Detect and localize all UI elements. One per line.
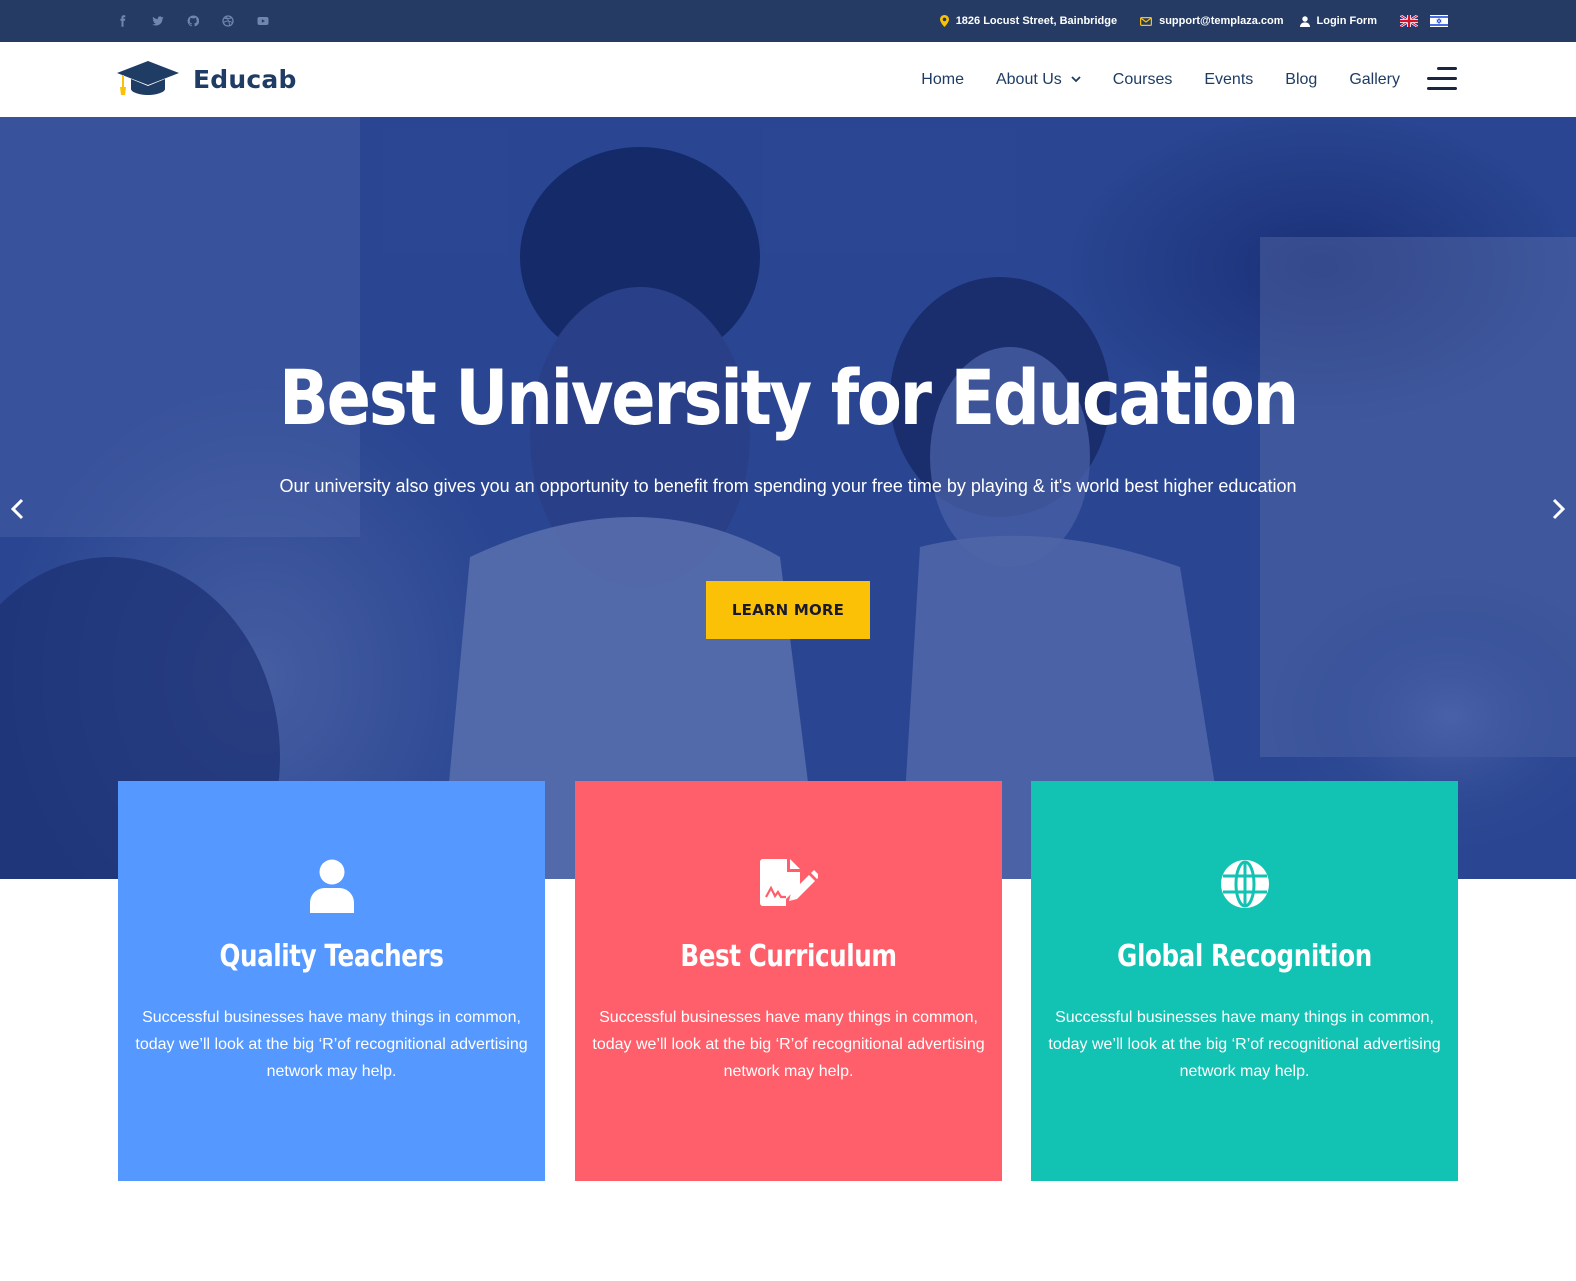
feature-text: Successful businesses have many things i…: [592, 1009, 985, 1080]
nav-about-us[interactable]: About Us: [996, 71, 1081, 89]
feature-title: Best Curriculum: [680, 939, 897, 974]
feature-text: Successful businesses have many things i…: [135, 1009, 528, 1080]
github-icon[interactable]: [185, 13, 201, 29]
hero-title: Best University for Education: [278, 353, 1299, 442]
feature-card-quality-teachers: Quality Teachers Successful businesses h…: [118, 781, 545, 1181]
nav-home[interactable]: Home: [921, 71, 964, 89]
user-icon: [309, 859, 354, 913]
nav-events[interactable]: Events: [1204, 71, 1253, 89]
israel-flag-icon[interactable]: [1430, 15, 1448, 27]
facebook-icon[interactable]: [115, 13, 131, 29]
address-text: 1826 Locust Street, Bainbridge: [955, 15, 1118, 27]
feature-text: Successful businesses have many things i…: [1048, 1009, 1441, 1080]
dribbble-icon[interactable]: [220, 13, 236, 29]
site-header: Educab Home About Us Courses Events Blog…: [0, 42, 1576, 117]
graduation-cap-icon: [117, 61, 179, 95]
nav-about-us-label: About Us: [995, 70, 1062, 88]
file-signature-icon: [759, 859, 818, 906]
social-links: [115, 13, 271, 29]
feature-card-global-recognition: Global Recognition Successful businesses…: [1031, 781, 1458, 1181]
learn-more-button[interactable]: LEARN MORE: [706, 581, 870, 639]
language-switcher: [1400, 15, 1448, 27]
login-text[interactable]: Login Form: [1317, 15, 1378, 27]
youtube-icon[interactable]: [255, 13, 271, 29]
user-small-icon: [1299, 15, 1310, 27]
map-pin-icon: [939, 15, 949, 27]
twitter-icon[interactable]: [150, 13, 166, 29]
feature-title: Quality Teachers: [219, 939, 444, 974]
logo-text: Educab: [193, 64, 297, 94]
nav-gallery[interactable]: Gallery: [1349, 71, 1400, 89]
feature-title: Global Recognition: [1117, 939, 1372, 974]
login-form-link[interactable]: Login Form: [1299, 15, 1378, 27]
nav-blog[interactable]: Blog: [1285, 71, 1317, 89]
hero-subtitle: Our university also gives you an opportu…: [279, 476, 1297, 496]
feature-cards: Quality Teachers Successful businesses h…: [118, 781, 1458, 1181]
slider-prev-arrow-icon[interactable]: [8, 497, 28, 521]
contact-info: 1826 Locust Street, Bainbridge support@t…: [939, 0, 1448, 42]
hamburger-menu-icon[interactable]: [1427, 67, 1457, 91]
nav-courses[interactable]: Courses: [1113, 71, 1173, 89]
feature-card-best-curriculum: Best Curriculum Successful businesses ha…: [575, 781, 1002, 1181]
main-nav: Home About Us Courses Events Blog Galler…: [921, 42, 1400, 117]
address-item: 1826 Locust Street, Bainbridge: [939, 15, 1118, 27]
globe-icon: [1220, 860, 1269, 908]
email-item[interactable]: support@templaza.com: [1140, 15, 1284, 27]
slider-next-arrow-icon[interactable]: [1548, 497, 1568, 521]
envelope-icon: [1140, 16, 1153, 26]
site-logo[interactable]: Educab: [117, 59, 297, 99]
hero-slider: Best University for Education Our univer…: [0, 117, 1576, 879]
top-bar: 1826 Locust Street, Bainbridge support@t…: [0, 0, 1576, 42]
hero-overlay: [0, 117, 1576, 879]
email-text[interactable]: support@templaza.com: [1159, 15, 1283, 27]
english-flag-icon[interactable]: [1400, 15, 1418, 27]
chevron-down-icon: [1071, 76, 1081, 83]
